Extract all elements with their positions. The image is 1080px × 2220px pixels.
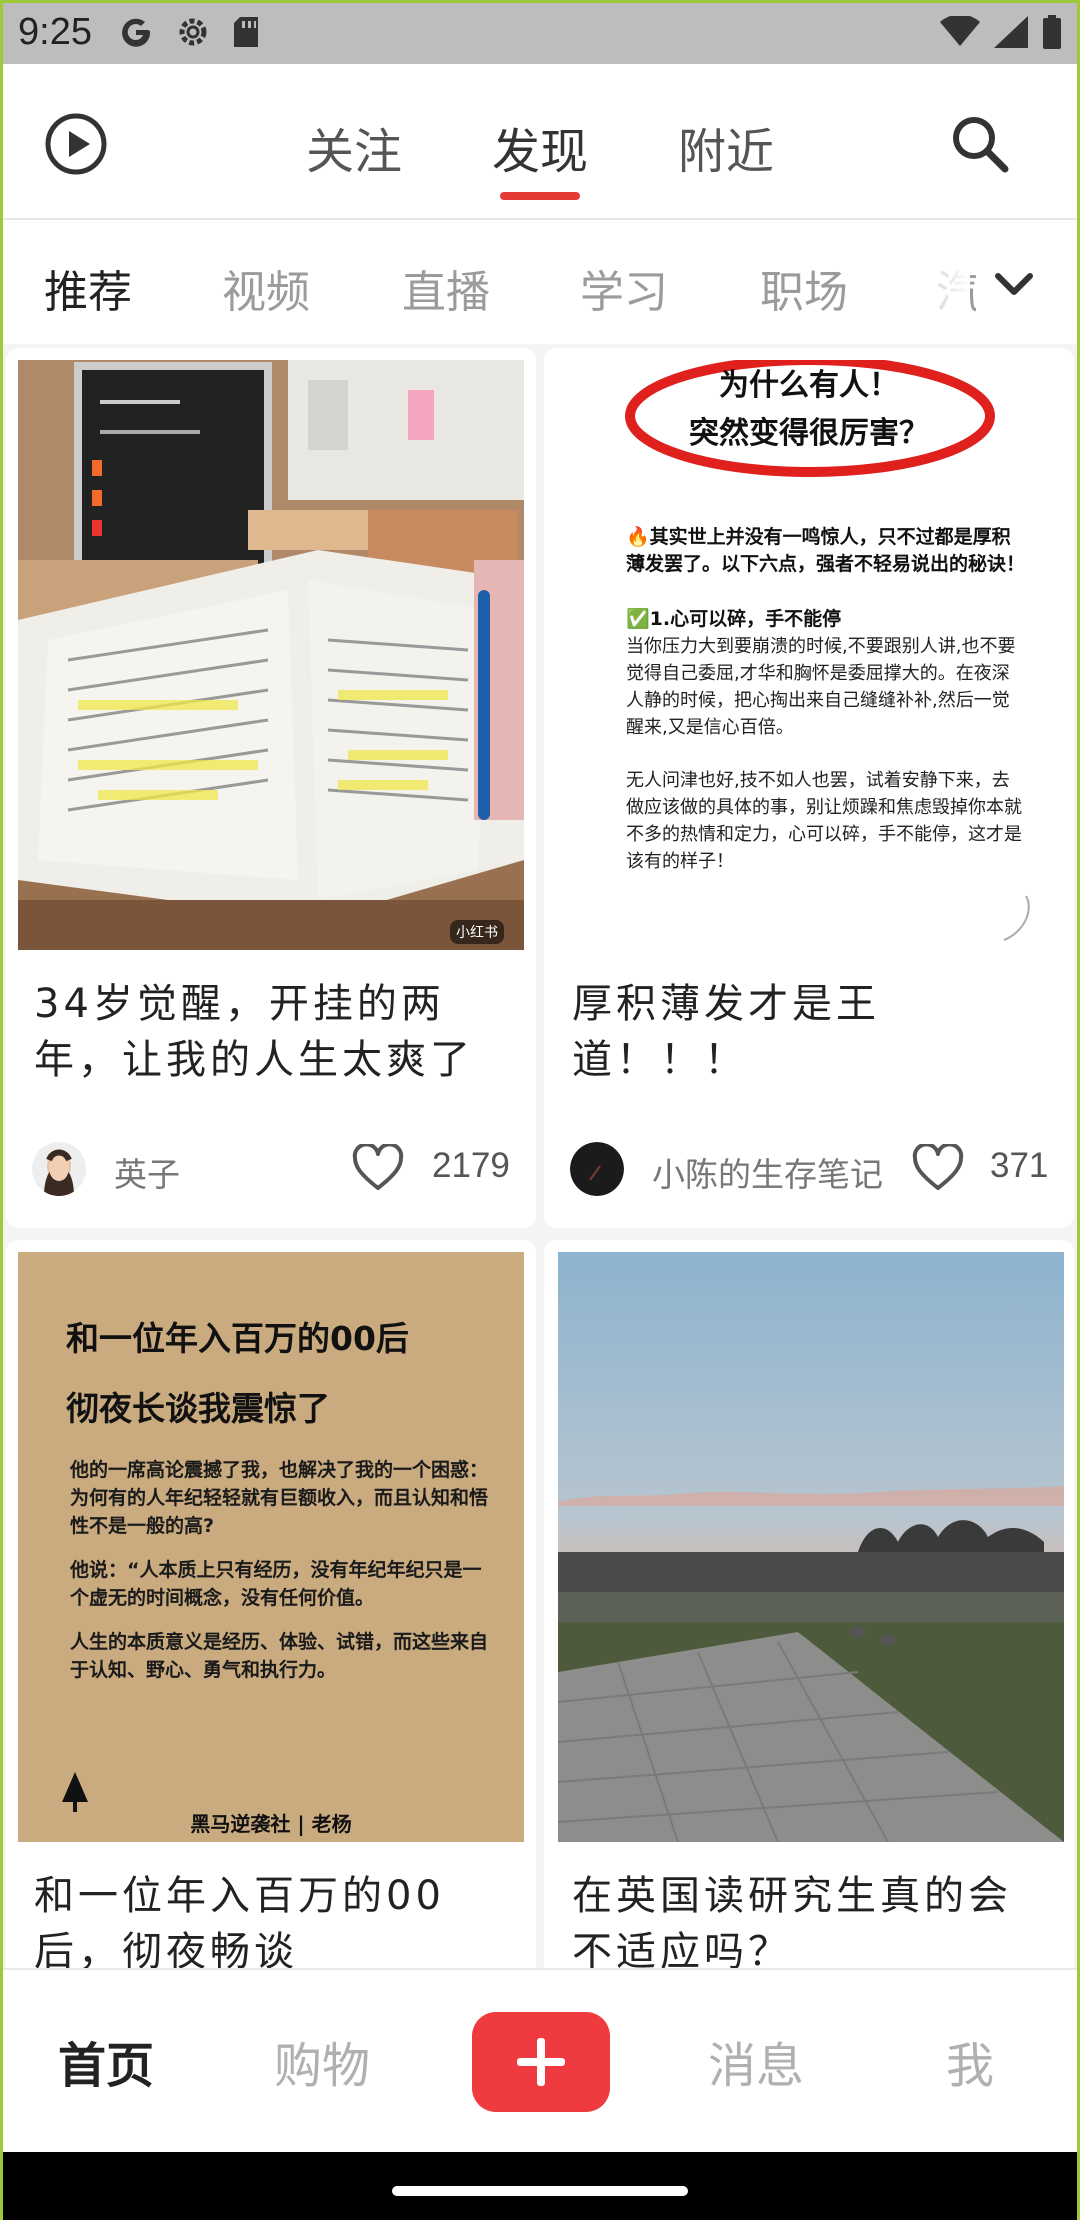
- note-image-study-desk: 小红书: [18, 360, 524, 950]
- battery-icon: [1043, 15, 1061, 49]
- pen-nib-icon: [62, 1772, 88, 1812]
- system-navigation-bar: [0, 2152, 1080, 2220]
- category-study[interactable]: 学习: [580, 256, 668, 320]
- nav-home[interactable]: 首页: [58, 2026, 154, 2096]
- tab-discover[interactable]: 发现: [492, 112, 588, 200]
- note-image-kraft-poster: 和一位年入百万的00后 彻夜长谈我震惊了 他的一席高论震撼了我，也解决了我的一个…: [18, 1252, 524, 1842]
- watermark: 小红书: [450, 920, 504, 944]
- heart-icon[interactable]: [352, 1144, 404, 1192]
- author-name[interactable]: 小陈的生存笔记: [652, 1148, 883, 1196]
- signal-icon: [994, 16, 1028, 48]
- category-recommend[interactable]: 推荐: [44, 256, 132, 320]
- home-gesture-handle[interactable]: [392, 2186, 688, 2196]
- bottom-nav: 首页 购物 消息 我: [0, 1968, 1080, 2152]
- heart-icon[interactable]: [912, 1144, 964, 1192]
- search-icon[interactable]: [948, 112, 1012, 176]
- note-image-campus-sunset: [558, 1252, 1064, 1842]
- note-card[interactable]: 为什么有人！ 突然变得很厉害？ 🔥其实世上并没有一鸣惊人，只不过都是厚积薄发罢了…: [544, 348, 1074, 1228]
- nav-me[interactable]: 我: [946, 2026, 994, 2096]
- note-title: 和一位年入百万的00后，彻夜畅谈: [34, 1873, 445, 1968]
- sd-card-icon: [233, 17, 258, 47]
- author-name[interactable]: 英子: [114, 1148, 180, 1196]
- top-header: 关注 发现 附近: [0, 64, 1080, 220]
- settings-gear-icon: [179, 18, 207, 46]
- tab-nearby[interactable]: 附近: [678, 112, 774, 182]
- chevron-down-icon[interactable]: [990, 260, 1038, 308]
- avatar[interactable]: [32, 1142, 86, 1196]
- note-card[interactable]: 小红书 34岁觉醒，开挂的两年，让我的人生太爽了 英子 2179: [6, 348, 536, 1228]
- avatar[interactable]: [570, 1142, 624, 1196]
- category-tabs: 推荐 视频 直播 学习 职场 汽: [0, 220, 1080, 344]
- category-video[interactable]: 视频: [222, 256, 310, 320]
- category-live[interactable]: 直播: [402, 256, 490, 320]
- note-card[interactable]: 在英国读研究生真的会不适应吗？: [544, 1240, 1074, 1968]
- note-image-text-poster: 为什么有人！ 突然变得很厉害？ 🔥其实世上并没有一鸣惊人，只不过都是厚积薄发罢了…: [544, 360, 1074, 950]
- note-meta: 小陈的生存笔记 371: [562, 1138, 1062, 1198]
- note-card[interactable]: 和一位年入百万的00后 彻夜长谈我震惊了 他的一席高论震撼了我，也解决了我的一个…: [6, 1240, 536, 1968]
- nav-shopping[interactable]: 购物: [274, 2026, 370, 2096]
- note-title: 在英国读研究生真的会不适应吗？: [572, 1873, 1012, 1968]
- wifi-icon: [940, 16, 980, 46]
- note-title: 34岁觉醒，开挂的两年，让我的人生太爽了: [34, 981, 474, 1083]
- like-count: 2179: [432, 1146, 510, 1185]
- feed: 小红书 34岁觉醒，开挂的两年，让我的人生太爽了 英子 2179 为什么有人！ …: [0, 344, 1080, 1968]
- status-bar: 9:25: [0, 0, 1080, 64]
- note-title: 厚积薄发才是王道！！！: [572, 981, 880, 1083]
- note-meta: 英子 2179: [24, 1138, 524, 1198]
- like-count: 371: [990, 1146, 1049, 1185]
- create-post-button[interactable]: [472, 2012, 610, 2112]
- plus-icon: [517, 2038, 565, 2086]
- status-time: 9:25: [18, 10, 92, 53]
- tab-follow[interactable]: 关注: [306, 112, 402, 182]
- nav-messages[interactable]: 消息: [708, 2026, 804, 2096]
- active-tab-indicator: [500, 192, 581, 200]
- category-workplace[interactable]: 职场: [760, 256, 848, 320]
- google-icon: [121, 18, 150, 47]
